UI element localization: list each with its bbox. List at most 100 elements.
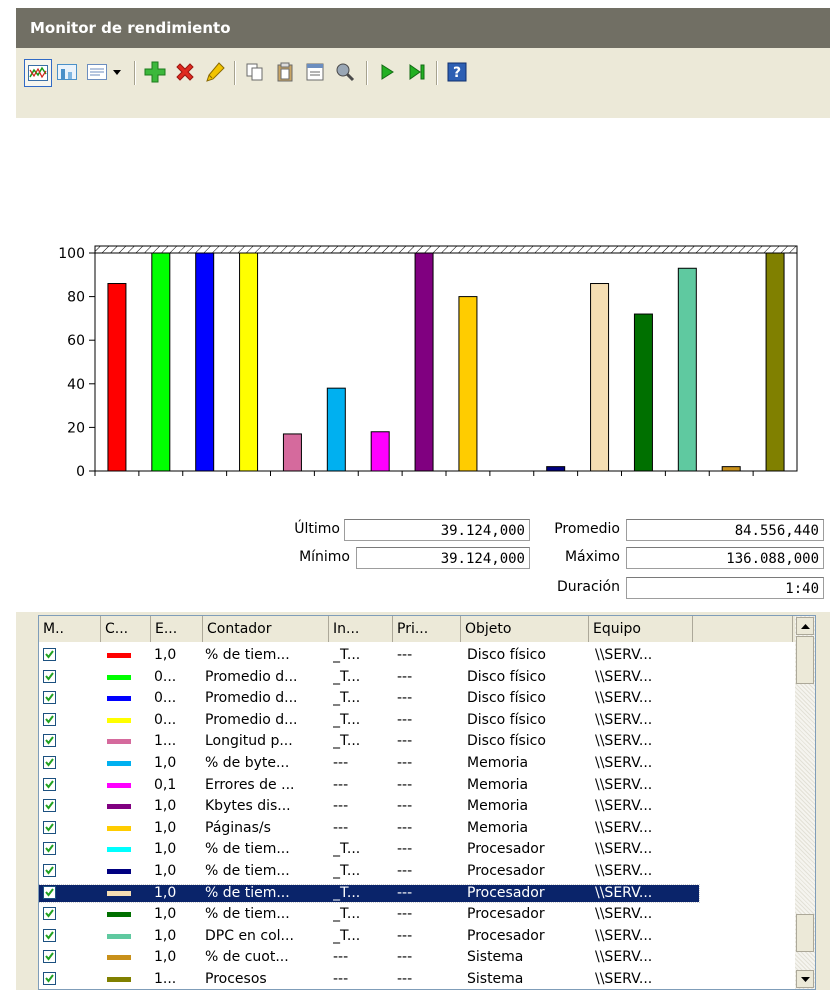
toolbar: ? — [16, 49, 830, 109]
column-header[interactable]: Objeto — [461, 616, 589, 642]
properties-icon[interactable] — [302, 59, 328, 85]
instance-cell: --- — [333, 819, 349, 836]
row-checkbox[interactable] — [43, 799, 56, 813]
table-row[interactable]: 1... Longitud p... _T... --- Disco físico \\S… — [39, 733, 699, 750]
instance-cell: --- — [333, 971, 349, 987]
instance-cell: _T... — [333, 690, 361, 707]
table-row[interactable]: 0,1 Errores de ... --- --- Memoria \\SERV... — [39, 777, 699, 794]
parent-cell: --- — [397, 841, 413, 858]
row-checkbox[interactable] — [43, 648, 56, 661]
dropdown-arrow-icon[interactable] — [110, 59, 124, 85]
scroll-thumb[interactable] — [796, 636, 814, 684]
column-header[interactable]: M.. — [39, 616, 101, 642]
row-checkbox[interactable] — [43, 756, 56, 769]
row-checkbox[interactable] — [43, 928, 56, 942]
table-row[interactable]: 1,0 DPC en col... _T... --- Procesador \\SERV… — [39, 928, 699, 945]
column-header[interactable]: Equipo — [589, 616, 693, 642]
table-row[interactable]: 1,0 % de tiem... _T... --- Disco físico \\SER… — [39, 647, 699, 664]
row-checkbox[interactable] — [43, 734, 56, 748]
color-swatch — [107, 912, 131, 918]
table-row[interactable]: 1,0 % de tiem... _T... --- Procesador \\SERV.… — [39, 841, 699, 858]
column-header[interactable]: E... — [151, 616, 203, 642]
scale-cell: 1,0 — [154, 647, 177, 663]
scale-cell: 1,0 — [154, 927, 177, 944]
update-data-icon[interactable] — [404, 59, 430, 85]
delete-counter-icon[interactable] — [172, 59, 198, 85]
scale-cell: 1,0 — [154, 949, 177, 966]
color-swatch — [107, 847, 131, 853]
chart-bar — [765, 252, 785, 472]
table-row[interactable]: 1,0 Páginas/s --- --- Memoria \\SERV... — [39, 820, 699, 837]
parent-cell: --- — [397, 647, 413, 663]
counter-cell: Páginas/s — [205, 819, 271, 836]
row-checkbox[interactable] — [43, 950, 56, 964]
overflow-hatch — [94, 245, 798, 254]
counter-cell: Promedio d... — [205, 711, 298, 728]
row-checkbox[interactable] — [43, 777, 56, 791]
row-checkbox[interactable] — [43, 864, 56, 877]
table-row[interactable]: 0... Promedio d... _T... --- Disco físico \\S… — [39, 712, 699, 729]
row-checkbox[interactable] — [43, 712, 56, 726]
row-checkbox[interactable] — [43, 691, 56, 705]
row-checkbox[interactable] — [43, 842, 56, 856]
table-row[interactable]: 0... Promedio d... _T... --- Disco físico \\S… — [39, 669, 699, 686]
table-row[interactable]: 1,0 % de byte... --- --- Memoria \\SERV... — [39, 755, 699, 772]
column-header[interactable]: C... — [101, 616, 151, 642]
color-swatch — [107, 696, 131, 702]
view-report-icon[interactable] — [84, 59, 110, 85]
object-cell: Sistema — [467, 949, 524, 966]
table-row[interactable]: 1,0 Kbytes dis... --- --- Memoria \\SERV... — [39, 798, 699, 815]
object-cell: Procesador — [467, 884, 545, 901]
instance-cell: --- — [333, 949, 349, 966]
highlight-icon[interactable] — [202, 59, 228, 85]
y-tick-label: 40 — [67, 377, 85, 393]
vertical-scrollbar[interactable] — [795, 616, 815, 989]
computer-cell: \\SERV... — [595, 755, 653, 771]
chart-bar — [151, 252, 171, 472]
color-swatch — [107, 825, 131, 831]
chart-bar — [721, 466, 741, 472]
help-icon[interactable]: ? — [444, 59, 470, 85]
row-checkbox[interactable] — [43, 907, 56, 921]
computer-cell: \\SERV... — [595, 884, 653, 901]
instance-cell: _T... — [333, 841, 361, 858]
view-graph-icon[interactable] — [24, 59, 52, 87]
scroll-down-button[interactable] — [796, 970, 814, 988]
table-row[interactable]: 1,0 % de tiem... _T... --- Procesador \\SERV.… — [39, 883, 700, 903]
row-checkbox[interactable] — [43, 885, 56, 899]
column-header[interactable]: Pri... — [393, 616, 461, 642]
color-swatch — [107, 717, 131, 723]
copy-properties-icon[interactable] — [242, 59, 268, 85]
table-row[interactable]: 1,0 % de cuot... --- --- Sistema \\SERV... — [39, 949, 699, 966]
toolbar-separator — [366, 61, 368, 85]
scroll-up-button[interactable] — [796, 617, 814, 635]
column-header[interactable]: In... — [329, 616, 393, 642]
row-checkbox[interactable] — [43, 820, 56, 834]
table-row[interactable]: 1,0 % de tiem... _T... --- Procesador \\SERV.… — [39, 906, 699, 923]
add-counter-icon[interactable] — [142, 59, 168, 85]
table-row[interactable]: 1,0 % de tiem... _T... --- Procesador \\SERV.… — [39, 863, 699, 880]
row-checkbox[interactable] — [43, 972, 56, 985]
avg-value: 84.556,440 — [626, 519, 824, 541]
paste-counter-list-icon[interactable] — [272, 59, 298, 85]
scroll-thumb-lower[interactable] — [796, 914, 814, 952]
row-checkbox[interactable] — [43, 669, 56, 683]
counter-cell: % de byte... — [205, 755, 290, 771]
scale-cell: 1,0 — [154, 863, 177, 879]
view-histogram-icon[interactable] — [54, 59, 80, 85]
counter-cell: % de tiem... — [205, 647, 290, 663]
y-tick-label: 20 — [67, 420, 85, 436]
counter-list[interactable]: M.. C... E... Contador In... Pri... Objeto Equi… — [38, 615, 816, 990]
parent-cell: --- — [397, 755, 413, 771]
object-cell: Memoria — [467, 776, 529, 793]
object-cell: Sistema — [467, 971, 524, 987]
table-row[interactable]: 0... Promedio d... _T... --- Disco físico \\S… — [39, 690, 699, 707]
table-row[interactable]: 1... Procesos --- --- Sistema \\SERV... — [39, 971, 699, 988]
scale-cell: 1,0 — [154, 798, 177, 815]
object-cell: Procesador — [467, 863, 545, 879]
max-label: Máximo — [564, 549, 620, 565]
unfreeze-display-icon[interactable] — [374, 59, 400, 85]
computer-cell: \\SERV... — [595, 798, 653, 815]
zoom-icon[interactable] — [332, 59, 358, 85]
column-header[interactable]: Contador — [203, 616, 329, 642]
